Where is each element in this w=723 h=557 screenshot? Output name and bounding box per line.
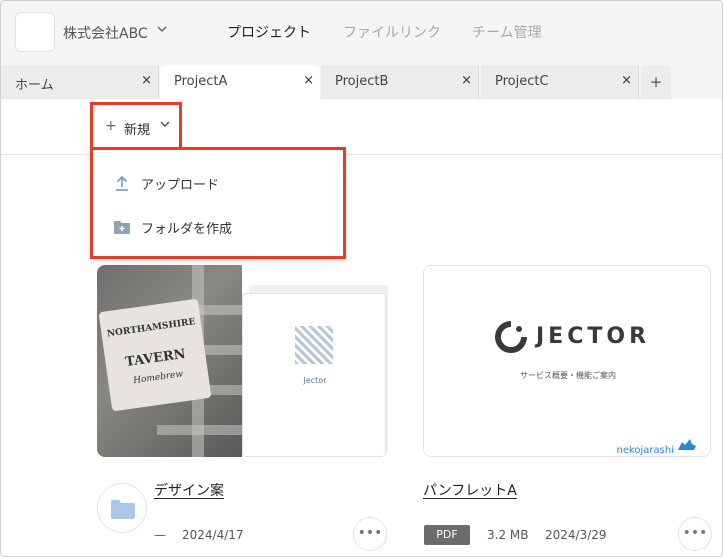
- card-meta-dash: —: [154, 528, 166, 542]
- nekojarashi-logo: nekojarashi: [616, 445, 674, 456]
- nav-projects[interactable]: プロジェクト: [227, 22, 311, 42]
- tab-label: ProjectB: [335, 74, 389, 89]
- tab-home[interactable]: ホーム ×: [1, 65, 159, 99]
- app-window: 株式会社ABC プロジェクト ファイルリンク チーム管理 ホーム × Proje…: [0, 0, 723, 557]
- jector-logo-icon: [495, 321, 527, 353]
- close-icon[interactable]: ×: [461, 73, 472, 88]
- close-icon[interactable]: ×: [303, 73, 314, 88]
- doc-brand: Jector: [303, 376, 327, 385]
- new-dropdown-menu: アップロード フォルダを作成: [90, 147, 346, 259]
- tab-project-c[interactable]: ProjectC ×: [481, 65, 639, 99]
- tavern-sign-photo: NORTHAMSHIRE TAVERN Homebrew: [97, 265, 242, 457]
- plus-icon: +: [105, 118, 117, 134]
- nav-team-management[interactable]: チーム管理: [472, 22, 542, 42]
- top-header: 株式会社ABC プロジェクト ファイルリンク チーム管理: [1, 1, 722, 65]
- more-options-button[interactable]: •••: [678, 517, 712, 551]
- tab-label: ProjectC: [495, 74, 549, 89]
- folder-avatar: [97, 483, 147, 533]
- company-logo[interactable]: [15, 12, 55, 52]
- card-date: 2024/4/17: [182, 528, 244, 542]
- upload-icon: [116, 175, 128, 191]
- close-icon[interactable]: ×: [141, 73, 152, 88]
- company-name[interactable]: 株式会社ABC: [63, 23, 148, 43]
- tab-project-b[interactable]: ProjectB ×: [321, 65, 479, 99]
- design-card-thumbnail[interactable]: NORTHAMSHIRE TAVERN Homebrew Jector: [97, 265, 388, 457]
- folder-icon: [111, 500, 135, 519]
- more-options-button[interactable]: •••: [353, 517, 387, 551]
- file-size: 3.2 MB: [487, 528, 529, 542]
- card-date: 2024/3/29: [545, 528, 607, 542]
- jector-brand: JECTOR: [536, 324, 651, 349]
- close-icon[interactable]: ×: [621, 73, 632, 88]
- chevron-down-icon[interactable]: [157, 23, 167, 37]
- file-type-badge: PDF: [424, 525, 470, 545]
- qr-graphic: [295, 326, 333, 364]
- menu-item-label: アップロード: [141, 178, 220, 193]
- tavern-sign: NORTHAMSHIRE TAVERN Homebrew: [98, 298, 212, 412]
- jector-subtitle: サービス概要・機能ご案内: [520, 371, 616, 380]
- new-button-label: 新規: [124, 123, 151, 138]
- cat-icon: [678, 439, 696, 450]
- menu-item-label: フォルダを作成: [141, 222, 233, 237]
- card-title-design[interactable]: デザイン案: [154, 480, 224, 500]
- chevron-down-icon: [160, 118, 170, 132]
- tab-project-a[interactable]: ProjectA ×: [160, 65, 320, 99]
- card-title-pamphlet[interactable]: パンフレットA: [423, 480, 517, 500]
- pamphlet-card-thumbnail[interactable]: JECTOR サービス概要・機能ご案内 nekojarashi: [423, 265, 711, 457]
- tab-label: ホーム: [15, 78, 54, 93]
- tab-bar: ホーム × ProjectA × ProjectB × ProjectC × +: [1, 65, 722, 99]
- doc-page-preview: Jector: [242, 293, 386, 457]
- tab-label: ProjectA: [174, 74, 228, 89]
- nav-file-links[interactable]: ファイルリンク: [343, 22, 441, 42]
- add-tab-button[interactable]: +: [641, 65, 671, 99]
- folder-add-icon: [114, 221, 130, 234]
- new-button[interactable]: + 新規: [90, 102, 182, 150]
